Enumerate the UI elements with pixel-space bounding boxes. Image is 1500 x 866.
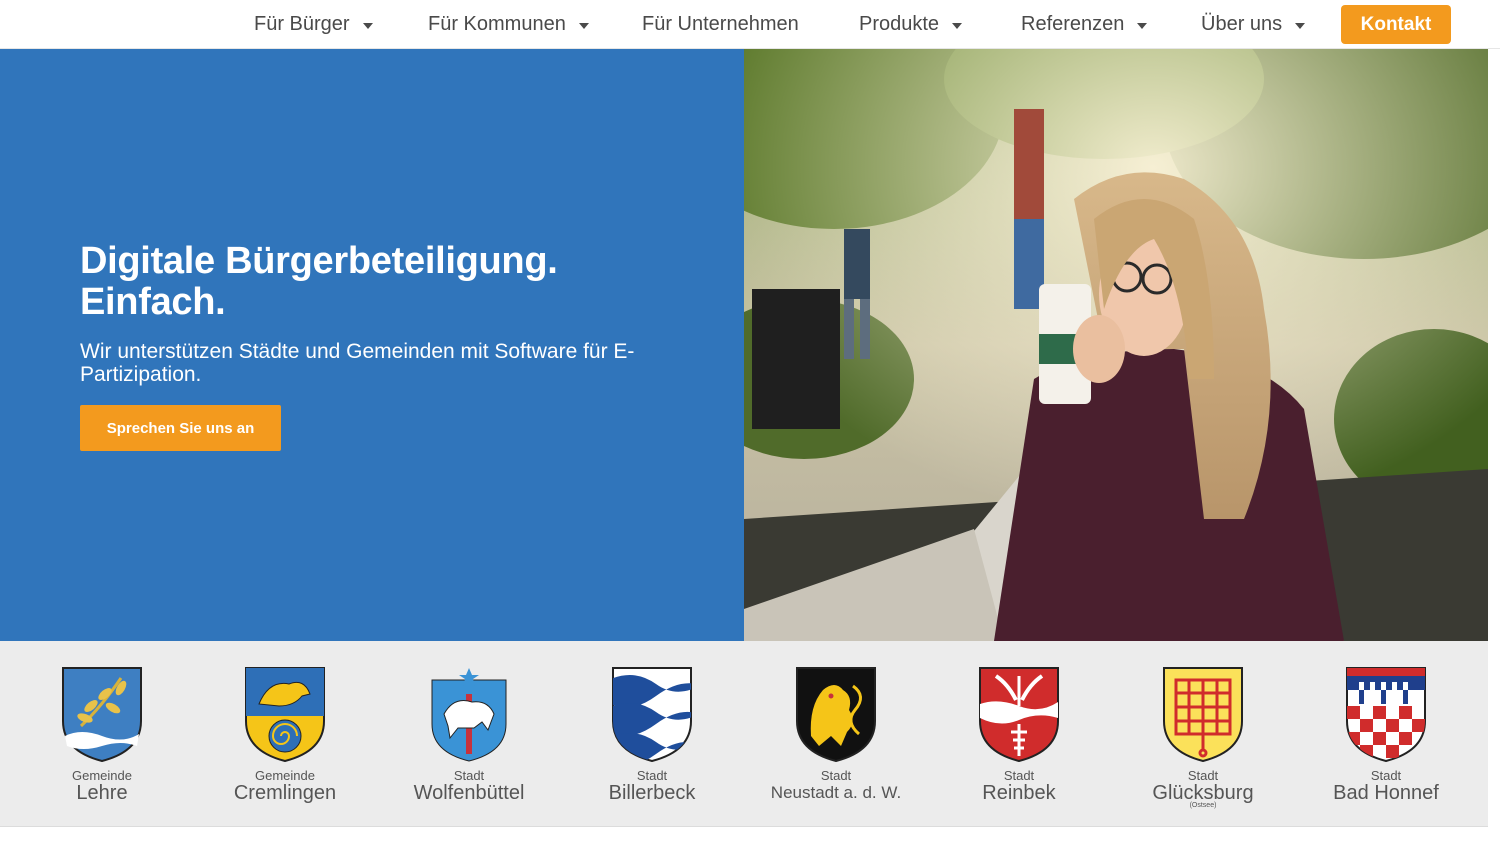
nav-item-produkte[interactable]: Produkte [859, 0, 963, 49]
reference-kind: Stadt [453, 768, 485, 783]
hero-subtitle: Wir unterstützen Städte und Gemeinden mi… [80, 340, 635, 386]
reference-name: Bad Honnef [1333, 782, 1439, 804]
reference-kind: Stadt [820, 768, 852, 783]
hero-title: Digitale Bürgerbeteiligung. Einfach. [80, 241, 720, 323]
reference-billerbeck[interactable]: Stadt Billerbeck [560, 666, 744, 816]
crest-lehre-icon [62, 667, 142, 763]
reference-name: Lehre [76, 782, 128, 804]
reference-reinbek[interactable]: Stadt Reinbek [927, 666, 1111, 816]
crest-cremlingen-icon [245, 667, 325, 763]
caret-down-icon [362, 22, 373, 29]
caret-down-icon [952, 22, 963, 29]
reference-kind: Stadt [1003, 768, 1035, 783]
reference-kind: Stadt [1370, 768, 1402, 783]
reference-kind: Stadt [1187, 768, 1219, 783]
nav-item-label: Über uns [1201, 13, 1283, 35]
hero-photo-woman-drinking-coffee [744, 49, 1488, 641]
crest-bad-honnef-icon [1346, 667, 1426, 763]
reference-lehre[interactable]: Gemeinde Lehre [10, 666, 194, 816]
caret-down-icon [1137, 22, 1148, 29]
nav-item-label: Für Kommunen [428, 13, 566, 35]
contact-us-button[interactable]: Sprechen Sie uns an [80, 405, 281, 451]
reference-kind: Gemeinde [72, 768, 132, 783]
nav-item-label: Für Unternehmen [642, 13, 799, 35]
reference-bad-honnef[interactable]: Stadt Bad Honnef [1294, 666, 1478, 816]
reference-name: Reinbek [982, 782, 1056, 804]
reference-kind: Stadt [636, 768, 668, 783]
nav-item-fuer-unternehmen[interactable]: Für Unternehmen [642, 0, 799, 49]
nav-item-referenzen[interactable]: Referenzen [1021, 0, 1148, 49]
nav-item-ueber-uns[interactable]: Über uns [1201, 0, 1306, 49]
crest-wolfenbuettel-icon [431, 668, 507, 762]
nav-item-label: Referenzen [1021, 13, 1125, 35]
hero-title-line1: Digitale Bürgerbeteiligung. [80, 240, 558, 282]
reference-name: Wolfenbüttel [413, 782, 525, 804]
reference-cremlingen[interactable]: Gemeinde Cremlingen [193, 666, 377, 816]
reference-name: Cremlingen [233, 782, 337, 804]
crest-reinbek-icon [979, 667, 1059, 763]
reference-extra: (Ostsee) [1189, 802, 1217, 809]
reference-neustadt[interactable]: Stadt Neustadt a. d. W. [744, 666, 928, 816]
crest-gluecksburg-icon [1163, 667, 1243, 763]
reference-kind: Gemeinde [255, 768, 315, 783]
reference-name: Neustadt a. d. W. [770, 783, 902, 802]
nav-item-fuer-kommunen[interactable]: Für Kommunen [428, 0, 589, 49]
hero-title-line2: Einfach. [80, 281, 226, 323]
reference-wolfenbuettel[interactable]: Stadt Wolfenbüttel [377, 666, 561, 816]
top-navigation: Für Bürger Für Kommunen Für Unternehmen … [0, 0, 1500, 49]
caret-down-icon [578, 22, 589, 29]
nav-item-label: Für Bürger [254, 13, 350, 35]
reference-gluecksburg[interactable]: Stadt Glücksburg (Ostsee) [1111, 666, 1295, 816]
crest-billerbeck-icon [612, 667, 692, 763]
hero-photo-illustration [744, 49, 1488, 641]
nav-item-fuer-buerger[interactable]: Für Bürger [254, 0, 373, 49]
kontakt-button[interactable]: Kontakt [1341, 5, 1451, 44]
crest-neustadt-icon [796, 667, 876, 763]
nav-item-label: Produkte [859, 13, 940, 35]
reference-name: Billerbeck [608, 782, 696, 804]
caret-down-icon [1295, 22, 1306, 29]
